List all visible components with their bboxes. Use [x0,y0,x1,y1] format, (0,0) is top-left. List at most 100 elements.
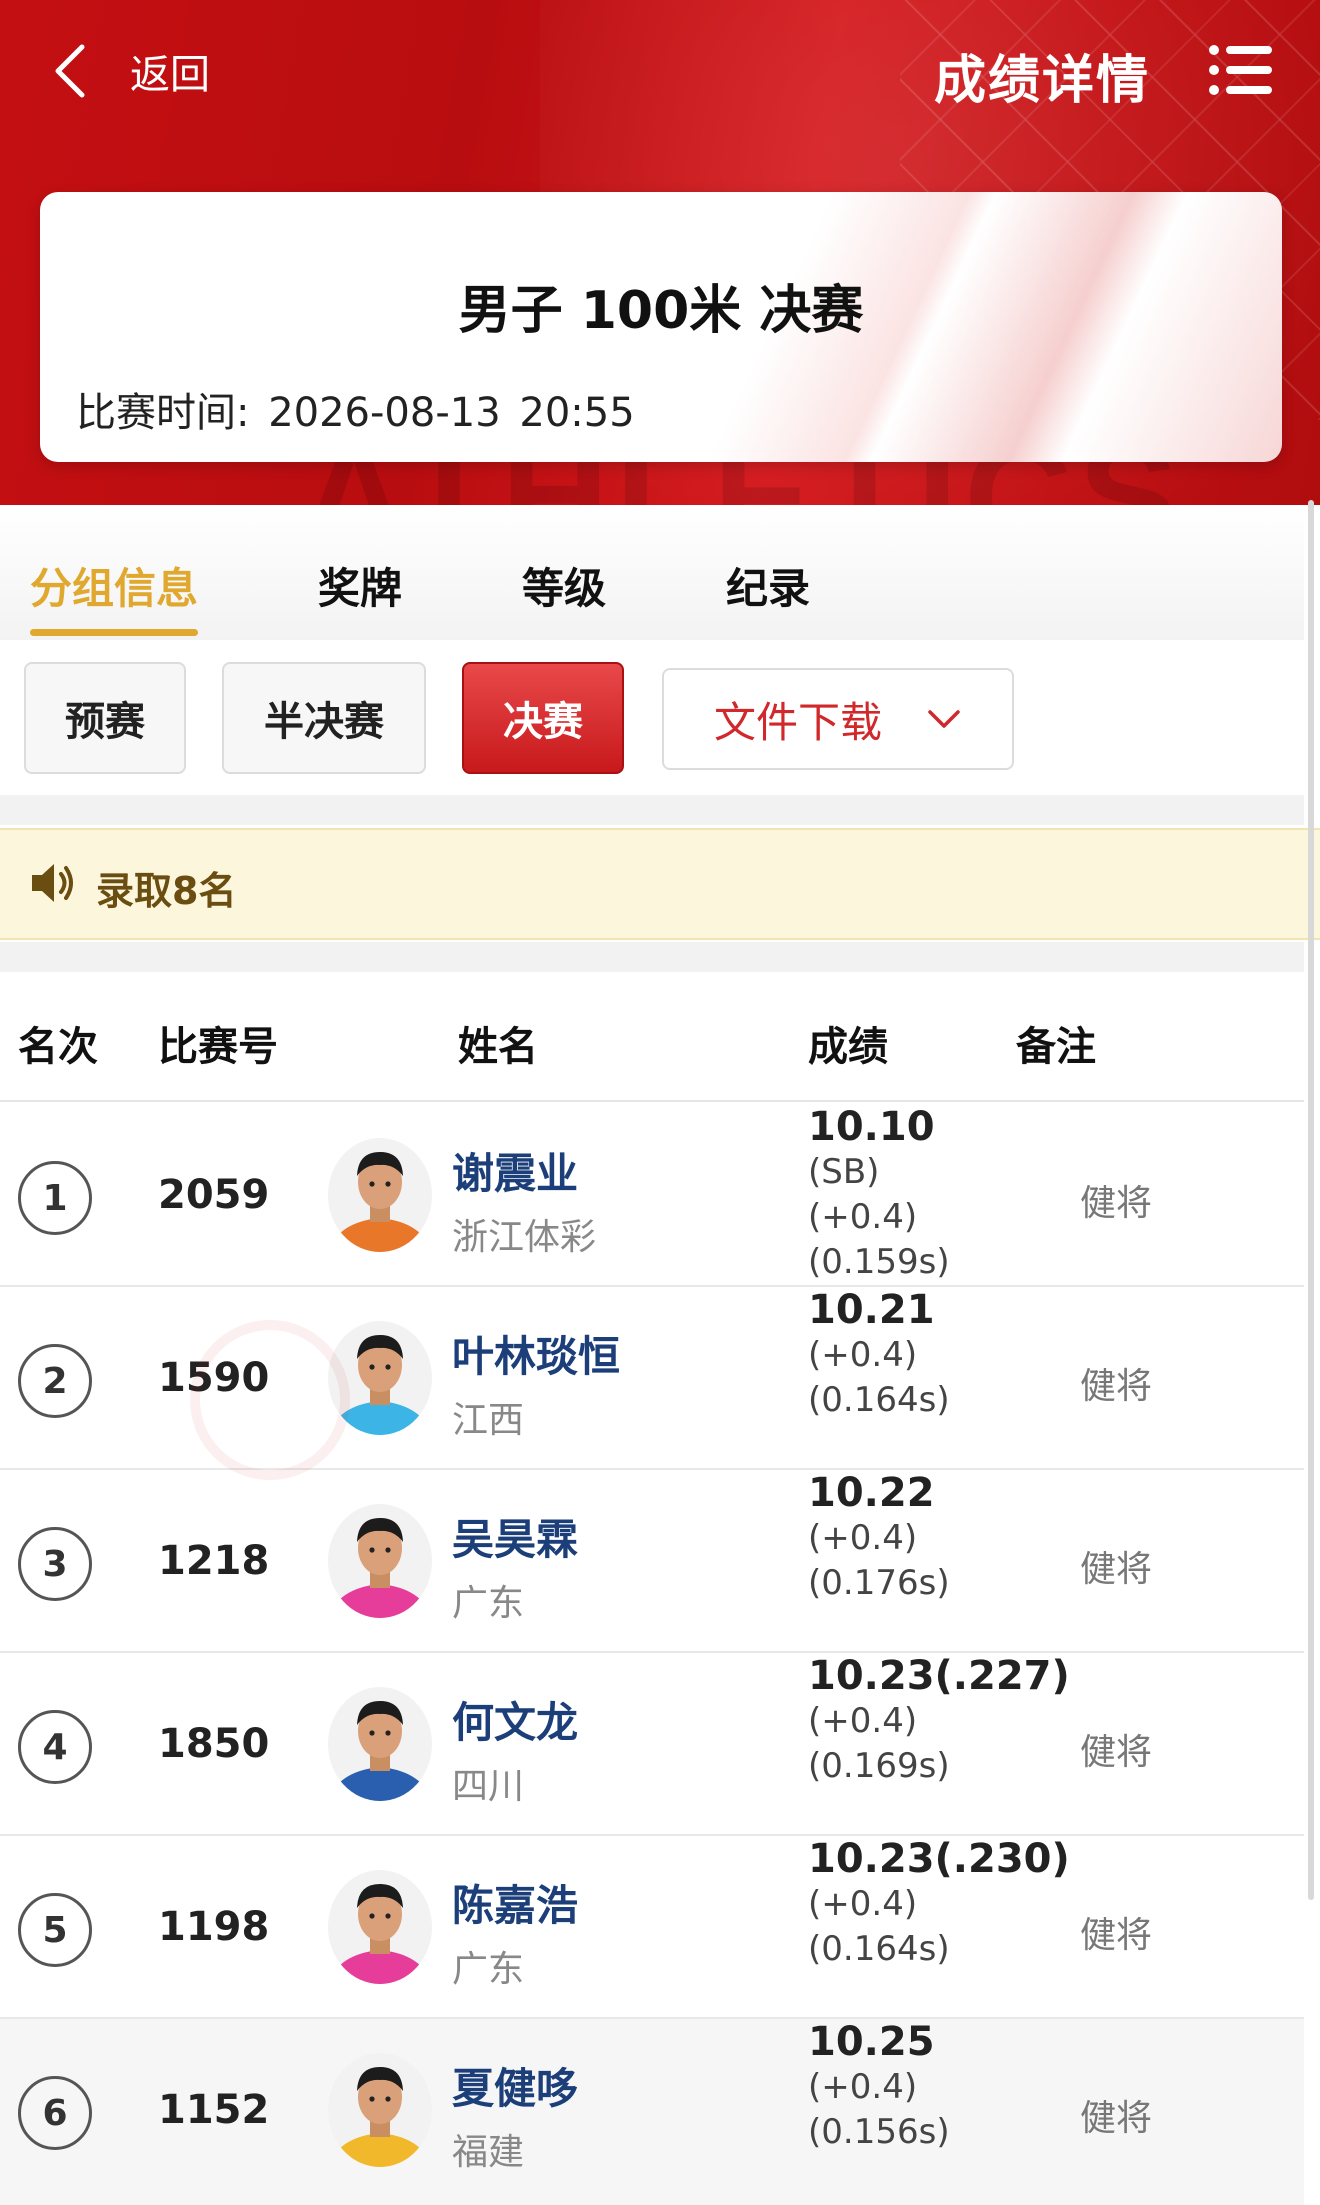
download-label: 文件下载 [713,697,882,747]
remark-text: 健将 [1080,1732,1153,1773]
athlete-name[interactable]: 何文龙 [452,1689,578,1750]
back-button[interactable]: 返回 [52,36,210,106]
athlete-portrait [328,1701,432,1801]
table-row[interactable]: 1 2059 谢震业 浙江体彩 10.10 (SB) (+0.4) (0.159… [0,1104,1304,1287]
results-table-header: 名次 比赛号 姓名 成绩 备注 [0,972,1304,1102]
result-detail: (0.164s) [808,1929,950,1969]
qualification-notice: 录取8名 [0,828,1320,940]
round-final-button[interactable]: 决赛 [462,662,624,774]
table-row[interactable]: 5 1198 陈嘉浩 广东 10.23(.230) (+0.4) (0.164s… [0,1836,1304,2019]
section-tabs: 分组信息 奖牌 等级 纪录 [0,505,1304,640]
athlete-name[interactable]: 谢震业 [452,1140,578,1201]
bib-number: 1152 [158,2087,270,2133]
result-detail: (+0.4) [808,1518,918,1558]
header-banner: ATHLETICS 返回 成绩详情 男子 100米 决赛 比赛时间: 2026-… [0,0,1320,505]
result-mark: 10.25 [808,2019,935,2065]
result-detail: (0.164s) [808,1380,950,1420]
chevron-left-icon [55,44,85,98]
rank-badge: 6 [18,2076,92,2150]
notice-text: 录取8名 [96,869,237,913]
bib-number: 1850 [158,1721,270,1767]
rank-badge: 4 [18,1710,92,1784]
result-detail: (+0.4) [808,1197,918,1237]
menu-icon[interactable] [1208,42,1274,98]
remark-text: 健将 [1080,1915,1153,1956]
result-block: 10.23(.227) (+0.4) (0.169s) [808,1653,1070,1789]
column-bib: 比赛号 [158,1024,278,1070]
table-row[interactable]: 6 1152 夏健哆 福建 10.25 (+0.4) (0.156s) 健将 [0,2019,1304,2205]
result-mark: 10.10 [808,1104,935,1150]
event-date: 2026-08-13 [268,390,501,436]
rank-badge: 1 [18,1161,92,1235]
result-block: 10.21 (+0.4) (0.164s) [808,1287,950,1423]
bib-number: 1198 [158,1904,270,1950]
result-mark: 10.22 [808,1470,935,1516]
result-detail: (+0.4) [808,2067,918,2107]
tab-records[interactable]: 纪录 [726,555,810,616]
event-clock: 20:55 [519,390,635,436]
result-mark: 10.23(.230) [808,1836,1070,1882]
athlete-avatar [328,2053,432,2167]
result-detail: (+0.4) [808,1335,918,1375]
event-info-card: 男子 100米 决赛 比赛时间: 2026-08-13 20:55 [40,192,1282,462]
column-remark: 备注 [1016,1024,1096,1070]
bib-number: 1218 [158,1538,270,1584]
result-detail: (0.169s) [808,1746,950,1786]
tab-grades[interactable]: 等级 [522,555,606,616]
event-time: 比赛时间: 2026-08-13 20:55 [76,380,641,438]
athlete-name[interactable]: 吴昊霖 [452,1506,578,1567]
scrollbar[interactable] [1308,500,1314,1900]
result-block: 10.22 (+0.4) (0.176s) [808,1470,950,1606]
table-row[interactable]: 4 1850 何文龙 四川 10.23(.227) (+0.4) (0.169s… [0,1653,1304,1836]
rank-badge: 2 [18,1344,92,1418]
column-result: 成绩 [808,1024,888,1070]
bib-number: 2059 [158,1172,270,1218]
athlete-portrait [328,1152,432,1252]
remark-text: 健将 [1080,1549,1153,1590]
result-block: 10.25 (+0.4) (0.156s) [808,2019,950,2155]
event-title: 男子 100米 决赛 [458,281,864,341]
athlete-name[interactable]: 陈嘉浩 [452,1872,578,1933]
event-time-label: 比赛时间: [76,390,250,436]
result-detail: (SB) [808,1152,880,1192]
round-selector: 预赛 半决赛 决赛 文件下载 [0,640,1304,795]
athlete-team: 四川 [452,1766,525,1807]
tab-medals[interactable]: 奖牌 [318,555,402,616]
result-detail: (0.176s) [808,1563,950,1603]
section-divider [0,795,1304,825]
result-block: 10.23(.230) (+0.4) (0.164s) [808,1836,1070,1972]
result-mark: 10.23(.227) [808,1653,1070,1699]
table-row[interactable]: 3 1218 吴昊霖 广东 10.22 (+0.4) (0.176s) 健将 [0,1470,1304,1653]
column-name: 姓名 [458,1024,538,1070]
watermark-emblem [190,1320,350,1480]
section-divider [0,942,1304,972]
result-detail: (+0.4) [808,1884,918,1924]
round-heats-button[interactable]: 预赛 [24,662,186,774]
remark-text: 健将 [1080,2098,1153,2139]
athlete-avatar [328,1138,432,1252]
result-mark: 10.21 [808,1287,935,1333]
page-title: 成绩详情 [933,51,1150,111]
athlete-name[interactable]: 夏健哆 [452,2055,578,2116]
remark-text: 健将 [1080,1366,1153,1407]
tab-group-info[interactable]: 分组信息 [30,555,198,616]
athlete-avatar [328,1870,432,1984]
athlete-avatar [328,1504,432,1618]
result-detail: (0.159s) [808,1242,950,1282]
athlete-portrait [328,1884,432,1984]
round-semifinal-button[interactable]: 半决赛 [222,662,426,774]
athlete-name[interactable]: 叶林琰恒 [452,1323,620,1384]
athlete-avatar [328,1687,432,1801]
back-label: 返回 [130,52,210,98]
column-rank: 名次 [18,1024,98,1070]
result-block: 10.10 (SB) (+0.4) (0.159s) [808,1104,950,1285]
athlete-team: 广东 [452,1583,525,1624]
result-detail: (+0.4) [808,1701,918,1741]
tab-active-indicator [30,629,198,636]
file-download-dropdown[interactable]: 文件下载 [662,668,1014,770]
remark-text: 健将 [1080,1183,1153,1224]
athlete-portrait [328,2067,432,2167]
athlete-team: 浙江体彩 [452,1217,597,1258]
rank-badge: 5 [18,1893,92,1967]
chevron-down-icon [928,710,960,728]
